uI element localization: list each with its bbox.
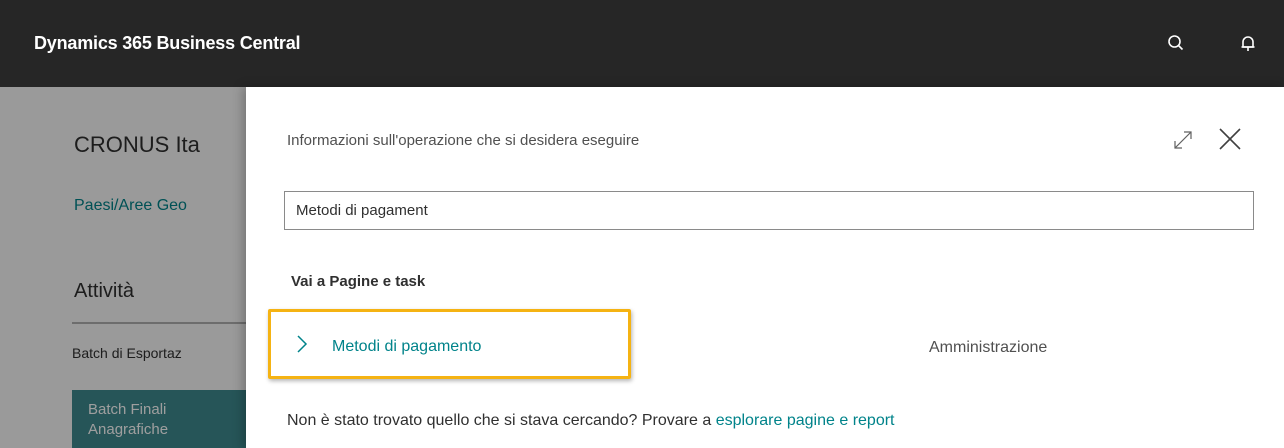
result-label[interactable]: Metodi di pagamento	[332, 338, 481, 356]
explore-pages-link[interactable]: esplorare pagine e report	[716, 412, 895, 429]
close-icon[interactable]	[1215, 124, 1245, 154]
tell-me-dialog: Informazioni sull'operazione che si desi…	[246, 87, 1284, 448]
search-input[interactable]	[284, 191, 1254, 230]
section-heading: Vai a Pagine e task	[291, 273, 426, 290]
dialog-title: Informazioni sull'operazione che si desi…	[287, 132, 640, 149]
footer-message: Non è stato trovato quello che si stava …	[287, 412, 894, 430]
chevron-right-icon	[295, 334, 309, 354]
footer-text: Non è stato trovato quello che si stava …	[287, 412, 712, 429]
search-icon[interactable]	[1163, 30, 1189, 56]
top-bar: Dynamics 365 Business Central	[0, 0, 1284, 87]
bell-icon[interactable]	[1235, 30, 1261, 56]
result-category: Amministrazione	[929, 339, 1048, 356]
app-title: Dynamics 365 Business Central	[34, 33, 301, 53]
expand-icon[interactable]	[1170, 127, 1196, 153]
